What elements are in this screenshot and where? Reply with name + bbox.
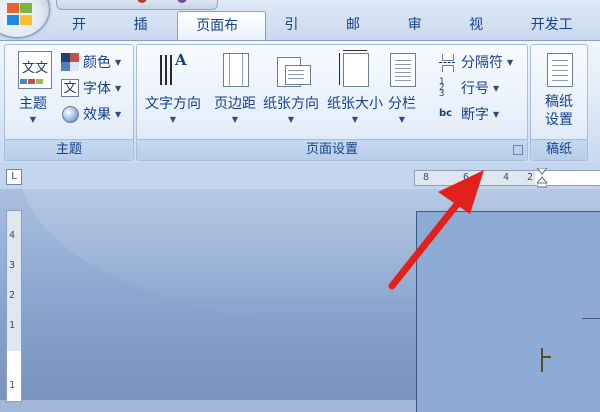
tab-references[interactable]: 引用 [266, 11, 328, 62]
group-themes: 文文 主题 ▼ 颜色 ▼ 文 字体 ▼ 效果 ▼ 主题 [4, 44, 134, 161]
tab-mailings[interactable]: 邮件 [328, 11, 390, 62]
text-cursor [541, 348, 543, 372]
chevron-down-icon: ▼ [287, 115, 295, 124]
group-page-setup: A 文字方向 ▼ 页边距 ▼ 纸张方向 ▼ 纸张大小 ▼ 分栏 ▼ 分隔符 ▼ … [136, 44, 528, 161]
text-direction-label: 文字方向 [145, 96, 201, 112]
margins-label: 页边距 [214, 96, 256, 112]
group-label-page-setup: 页面设置 [137, 139, 527, 160]
text-direction-glyph: A [175, 51, 187, 69]
chevron-down-icon: ▼ [351, 115, 359, 124]
line-numbers-label: 行号 [461, 81, 489, 97]
theme-icon-text: 文文 [22, 61, 49, 76]
size-button[interactable]: 纸张大小 ▼ [323, 50, 387, 124]
group-label-draft-paper: 稿纸 [531, 139, 587, 160]
effects-icon [61, 105, 79, 123]
themes-label: 主题 [19, 96, 47, 112]
indent-marker-icon[interactable] [537, 168, 547, 188]
ribbon-tabs: 开始 插入 页面布局 引用 邮件 审阅 视图 开发工具 [54, 11, 600, 63]
line-numbers-icon: 123 [439, 77, 445, 99]
fonts-button[interactable]: 文 字体 ▼ [61, 77, 121, 99]
draft-settings-button[interactable]: 稿纸设置 [527, 51, 591, 129]
tab-view[interactable]: 视图 [451, 11, 513, 62]
chevron-down-icon: ▼ [493, 83, 500, 93]
chevron-down-icon: ▼ [493, 109, 500, 119]
tab-stop-selector[interactable]: L [6, 169, 22, 185]
hyphenation-icon: bc [439, 108, 453, 119]
page-setup-dialog-launcher[interactable] [513, 145, 523, 155]
orientation-icon [274, 51, 311, 89]
ruler-tick: 1 [9, 320, 16, 331]
effects-button[interactable]: 效果 ▼ [61, 103, 121, 125]
margins-button[interactable]: 页边距 ▼ [203, 51, 267, 124]
chevron-down-icon: ▼ [29, 115, 37, 124]
group-label-themes: 主题 [5, 139, 133, 160]
hyphenation-label: 断字 [461, 107, 489, 123]
ruler-tick: 8 [423, 172, 430, 183]
vertical-ruler[interactable]: 4 3 2 1 1 [6, 210, 22, 402]
orientation-label: 纸张方向 [263, 96, 319, 112]
ruler-tick: 3 [9, 260, 16, 271]
paper-size-icon [338, 50, 372, 89]
themes-button[interactable]: 文文 主题 ▼ [7, 51, 59, 124]
tab-insert[interactable]: 插入 [116, 11, 178, 62]
document-page[interactable] [416, 211, 600, 412]
quick-access-icon[interactable] [177, 0, 187, 3]
ruler-tick: 1 [9, 380, 16, 391]
chevron-down-icon: ▼ [169, 115, 177, 124]
theme-icon: 文文 [16, 51, 52, 89]
margins-icon [218, 51, 252, 89]
columns-button[interactable]: 分栏 ▼ [379, 51, 425, 124]
quick-access-toolbar[interactable] [56, 0, 218, 10]
effects-label: 效果 [83, 107, 111, 123]
horizontal-ruler[interactable]: 8 6 4 2 [414, 168, 600, 188]
title-bar: 开始 插入 页面布局 引用 邮件 审阅 视图 开发工具 [0, 0, 600, 63]
tab-developer[interactable]: 开发工具 [513, 11, 600, 62]
group-draft-paper: 稿纸设置 稿纸 [530, 44, 588, 161]
draft-settings-label: 稿纸设置 [545, 94, 573, 128]
colors-icon [61, 53, 79, 71]
orientation-button[interactable]: 纸张方向 ▼ [259, 51, 323, 124]
chevron-down-icon: ▼ [398, 115, 406, 124]
ribbon: 文文 主题 ▼ 颜色 ▼ 文 字体 ▼ 效果 ▼ 主题 A 文字方向 ▼ 页边距… [0, 40, 600, 164]
tab-review[interactable]: 审阅 [390, 11, 452, 62]
colors-button[interactable]: 颜色 ▼ [61, 51, 121, 73]
tab-page-layout[interactable]: 页面布局 [177, 11, 267, 63]
fonts-label: 字体 [83, 81, 111, 97]
chevron-down-icon: ▼ [115, 109, 122, 119]
chevron-down-icon: ▼ [115, 57, 122, 67]
chevron-down-icon: ▼ [231, 115, 239, 124]
draft-paper-icon [542, 51, 576, 89]
ruler-tick: 4 [9, 230, 16, 241]
size-label: 纸张大小 [327, 96, 383, 112]
chevron-down-icon: ▼ [507, 57, 514, 67]
hyphenation-button[interactable]: bc 断字 ▼ [439, 103, 499, 125]
text-direction-icon: A [156, 51, 190, 89]
colors-label: 颜色 [83, 55, 111, 71]
fonts-icon: 文 [61, 79, 79, 97]
text-direction-button[interactable]: A 文字方向 ▼ [141, 51, 205, 124]
ruler-tick: 2 [9, 290, 16, 301]
line-numbers-button[interactable]: 123 行号 ▼ [439, 77, 499, 99]
columns-icon [385, 51, 419, 89]
office-logo-icon [5, 3, 35, 29]
chevron-down-icon: ▼ [115, 83, 122, 93]
ruler-tick: 4 [503, 172, 510, 183]
quick-access-icon[interactable] [137, 0, 147, 3]
ruler-tick: 6 [463, 172, 470, 183]
breaks-button[interactable]: 分隔符 ▼ [439, 51, 513, 73]
ruler-tick: 2 [527, 172, 534, 183]
breaks-icon [439, 53, 457, 72]
breaks-label: 分隔符 [461, 55, 503, 71]
tab-home[interactable]: 开始 [54, 11, 116, 62]
columns-label: 分栏 [388, 96, 416, 112]
